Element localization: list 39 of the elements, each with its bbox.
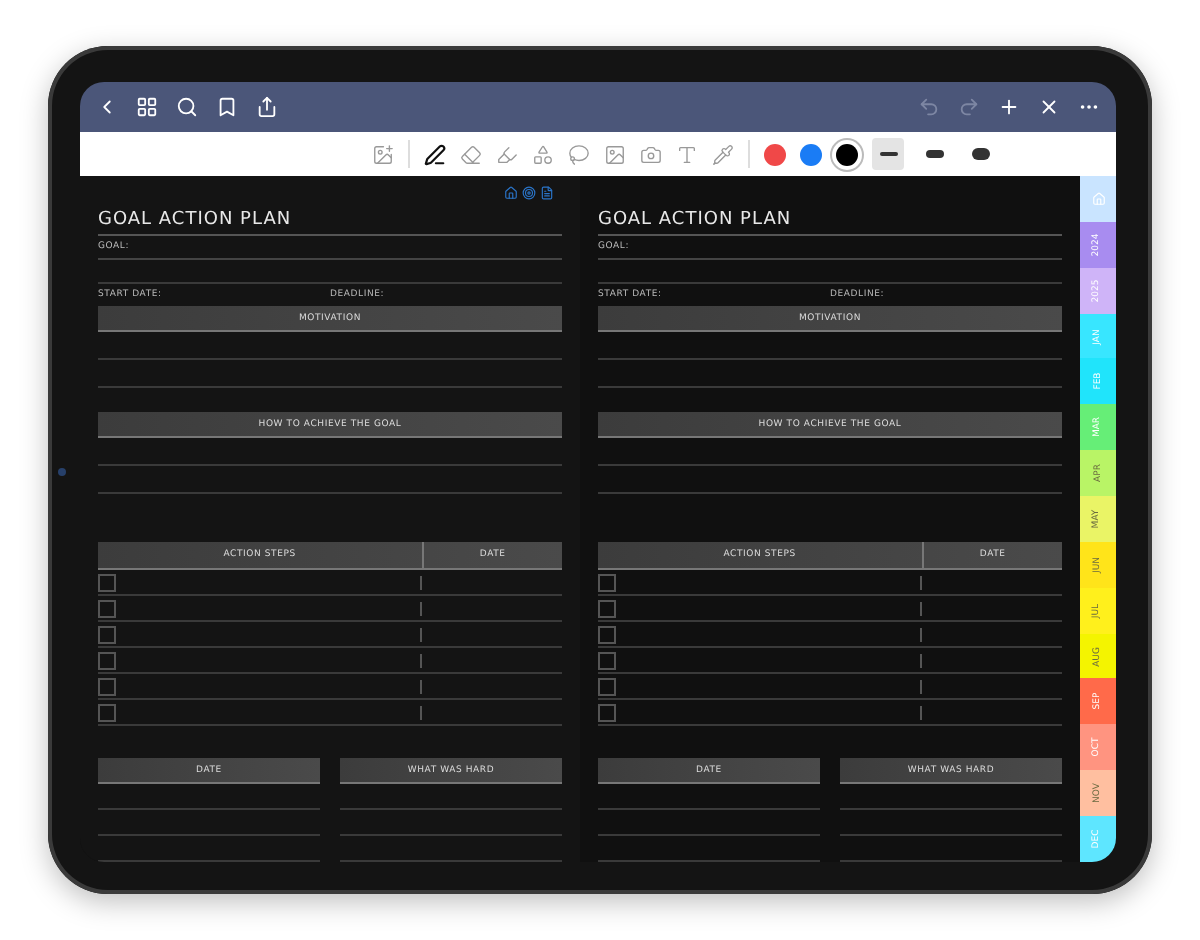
plus-icon[interactable] <box>998 96 1020 119</box>
image-plus-icon[interactable] <box>372 143 394 166</box>
checkbox[interactable] <box>98 703 116 721</box>
bookmark-icon[interactable] <box>216 96 238 119</box>
share-icon[interactable] <box>256 96 278 119</box>
image-icon[interactable] <box>604 143 626 166</box>
checkbox[interactable] <box>598 625 616 643</box>
shapes-icon[interactable] <box>532 143 554 166</box>
camera-icon[interactable] <box>640 143 662 166</box>
camera-dot <box>58 468 66 476</box>
search-icon[interactable] <box>176 96 198 119</box>
grid-icon[interactable] <box>136 96 158 119</box>
color-swatch[interactable] <box>764 143 786 166</box>
checkbox[interactable] <box>98 573 116 591</box>
checkbox[interactable] <box>98 599 116 617</box>
close-icon[interactable] <box>1038 96 1060 119</box>
checkbox[interactable] <box>598 599 616 617</box>
stroke-width-button[interactable] <box>872 138 904 171</box>
checkbox[interactable] <box>598 651 616 669</box>
target-icon[interactable] <box>522 186 536 200</box>
checkbox[interactable] <box>98 677 116 695</box>
eraser-icon[interactable] <box>460 143 482 166</box>
home-icon[interactable] <box>504 186 518 200</box>
highlighter-icon[interactable] <box>496 143 518 166</box>
document-icon[interactable] <box>540 186 554 200</box>
page-title: GOAL ACTION PLAN <box>98 204 562 236</box>
pipette-icon[interactable] <box>712 143 734 166</box>
checkbox[interactable] <box>598 573 616 591</box>
home-icon <box>1091 191 1105 206</box>
checkbox[interactable] <box>598 677 616 695</box>
checkbox[interactable] <box>598 703 616 721</box>
checkbox[interactable] <box>98 625 116 643</box>
pen-icon[interactable] <box>424 143 446 166</box>
lasso-icon[interactable] <box>568 143 590 166</box>
color-swatch[interactable] <box>836 143 858 166</box>
text-box-icon[interactable] <box>676 143 698 166</box>
page-title: GOAL ACTION PLAN <box>598 204 1062 236</box>
checkbox[interactable] <box>98 651 116 669</box>
color-swatch[interactable] <box>800 143 822 166</box>
